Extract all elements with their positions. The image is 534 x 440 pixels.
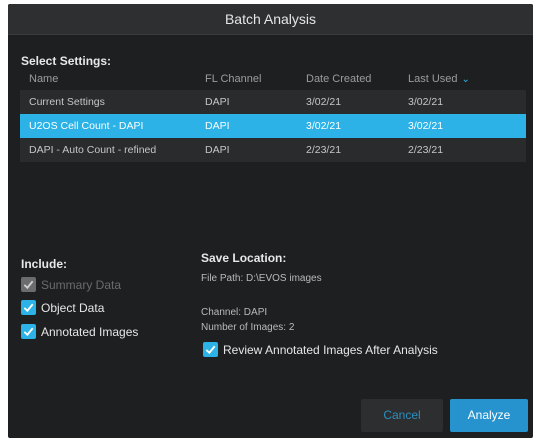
cell-last-used: 3/02/21: [408, 96, 444, 108]
column-header-date-created[interactable]: Date Created: [306, 73, 408, 85]
save-location-heading: Save Location:: [201, 251, 287, 265]
cell-date-created: 2/23/21: [306, 144, 342, 156]
checkmark-icon: [23, 280, 34, 290]
summary-data-label: Summary Data: [41, 277, 122, 292]
cell-last-used: 2/23/21: [408, 144, 444, 156]
review-annotated-label: Review Annotated Images After Analysis: [223, 342, 438, 357]
table-header: Name FL Channel Date Created Last Used ⌄: [20, 68, 526, 90]
summary-data-checkbox: [21, 277, 36, 292]
table-row-selected[interactable]: U2OS Cell Count - DAPI DAPI 3/02/21 3/02…: [20, 114, 526, 138]
number-of-images-text: Number of Images: 2: [201, 322, 295, 333]
checkmark-icon: [23, 303, 34, 313]
checkmark-icon: [23, 327, 34, 337]
object-data-option[interactable]: Object Data: [21, 300, 104, 315]
cell-name: U2OS Cell Count - DAPI: [29, 120, 144, 132]
cell-last-used: 3/02/21: [408, 120, 444, 132]
cell-date-created: 3/02/21: [306, 120, 342, 132]
dialog-title: Batch Analysis: [8, 4, 533, 35]
cell-name: Current Settings: [29, 96, 105, 108]
cell-channel: DAPI: [205, 96, 230, 108]
object-data-checkbox[interactable]: [21, 300, 36, 315]
annotated-images-label: Annotated Images: [41, 324, 139, 339]
object-data-label: Object Data: [41, 300, 105, 315]
select-settings-heading: Select Settings:: [21, 54, 112, 68]
column-header-name[interactable]: Name: [20, 73, 205, 85]
channel-text: Channel: DAPI: [201, 307, 268, 318]
checkmark-icon: [205, 345, 216, 355]
table-row[interactable]: Current Settings DAPI 3/02/21 3/02/21: [20, 90, 526, 114]
cell-channel: DAPI: [205, 120, 230, 132]
analyze-button[interactable]: Analyze: [450, 399, 528, 432]
batch-analysis-dialog: Batch Analysis Select Settings: Name FL …: [8, 4, 533, 438]
summary-data-option: Summary Data: [21, 277, 121, 292]
cell-date-created: 3/02/21: [306, 96, 342, 108]
cell-name: DAPI - Auto Count - refined: [29, 144, 157, 156]
annotated-images-checkbox[interactable]: [21, 324, 36, 339]
cancel-button[interactable]: Cancel: [361, 399, 443, 432]
review-annotated-checkbox[interactable]: [203, 342, 218, 357]
table-row[interactable]: DAPI - Auto Count - refined DAPI 2/23/21…: [20, 138, 526, 162]
column-header-fl-channel[interactable]: FL Channel: [205, 73, 306, 85]
chevron-down-icon: ⌄: [461, 74, 470, 85]
cell-channel: DAPI: [205, 144, 230, 156]
settings-table: Name FL Channel Date Created Last Used ⌄ …: [20, 68, 526, 162]
column-header-last-used-label: Last Used: [408, 73, 458, 85]
file-path-text: File Path: D:\EVOS images: [201, 273, 322, 284]
include-heading: Include:: [21, 257, 68, 271]
column-header-last-used[interactable]: Last Used ⌄: [408, 73, 526, 85]
review-annotated-option[interactable]: Review Annotated Images After Analysis: [203, 342, 438, 357]
annotated-images-option[interactable]: Annotated Images: [21, 324, 138, 339]
